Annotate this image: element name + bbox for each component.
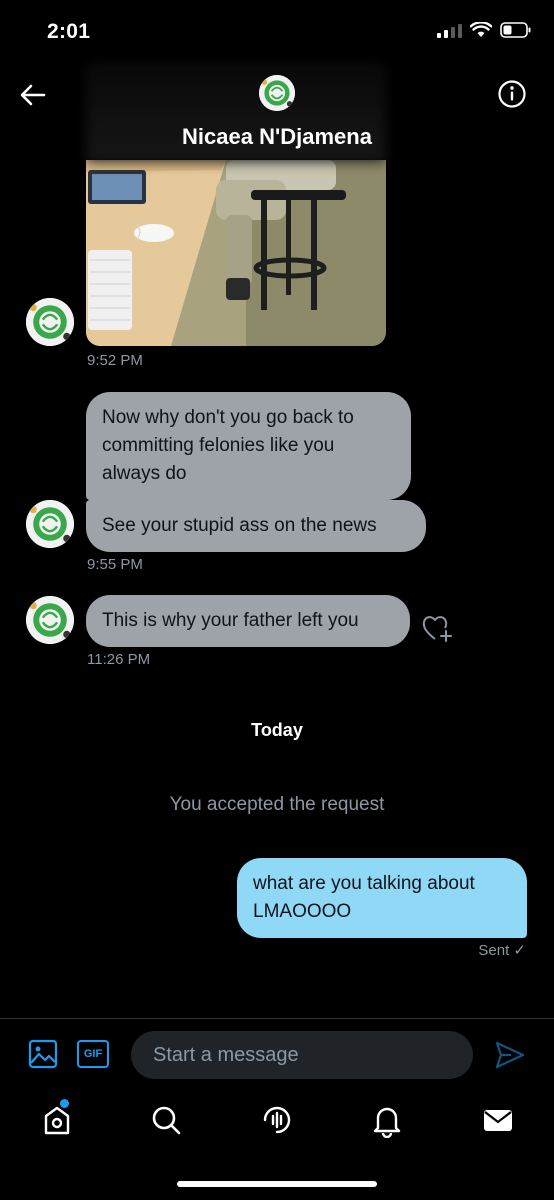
gif-button[interactable]: GIF [77,1040,109,1068]
message-timestamp: 9:52 PM [87,352,143,369]
avatar-image [26,596,74,644]
heart-plus-icon[interactable] [421,612,453,644]
mail-icon [484,1110,512,1131]
contact-avatar[interactable] [26,596,74,644]
tab-home[interactable] [39,1102,75,1138]
message-input[interactable] [131,1031,473,1079]
message-timestamp: 9:55 PM [87,556,143,573]
contact-name[interactable]: Nicaea N'Djamena [0,124,554,150]
incoming-message-bubble[interactable]: See your stupid ass on the news [86,500,426,552]
tab-notifications[interactable] [369,1102,405,1139]
status-icons [437,22,532,38]
info-icon[interactable] [497,79,527,109]
incoming-message-bubble[interactable]: This is why your father left you [86,595,410,647]
battery-icon [500,22,531,38]
avatar-image [26,500,74,548]
home-icon [44,1106,70,1135]
header-avatar[interactable] [259,75,295,111]
image-icon[interactable] [28,1039,58,1069]
avatar-image [259,75,295,111]
tab-search[interactable] [148,1102,184,1138]
message-composer: GIF [0,1018,554,1094]
image-message[interactable] [86,160,386,346]
sent-status: Sent ✓ [478,942,526,959]
bottom-tab-bar [0,1094,554,1154]
contact-avatar[interactable] [26,298,74,346]
avatar-image [26,298,74,346]
photo-image [86,160,386,346]
cellular-signal-icon [437,22,462,38]
send-icon[interactable] [494,1039,526,1071]
search-icon [152,1106,181,1135]
wifi-icon [470,22,492,37]
bell-icon [373,1107,401,1139]
system-message: You accepted the request [169,794,385,815]
home-notification-dot [60,1099,69,1108]
conversation-header: Nicaea N'Djamena [0,62,554,162]
contact-avatar[interactable] [26,500,74,548]
status-bar: 2:01 [0,0,554,62]
outgoing-message-bubble[interactable]: what are you talking about LMAOOOO [237,858,527,938]
status-time: 2:01 [47,20,91,43]
arrow-left-icon[interactable] [18,80,48,110]
tab-messages[interactable] [480,1102,516,1138]
tab-spaces[interactable] [259,1102,295,1138]
home-indicator [177,1181,377,1187]
incoming-message-bubble[interactable]: Now why don't you go back to committing … [86,392,411,500]
spaces-icon [263,1106,291,1134]
day-divider: Today [251,720,303,740]
message-timestamp: 11:26 PM [87,651,151,668]
